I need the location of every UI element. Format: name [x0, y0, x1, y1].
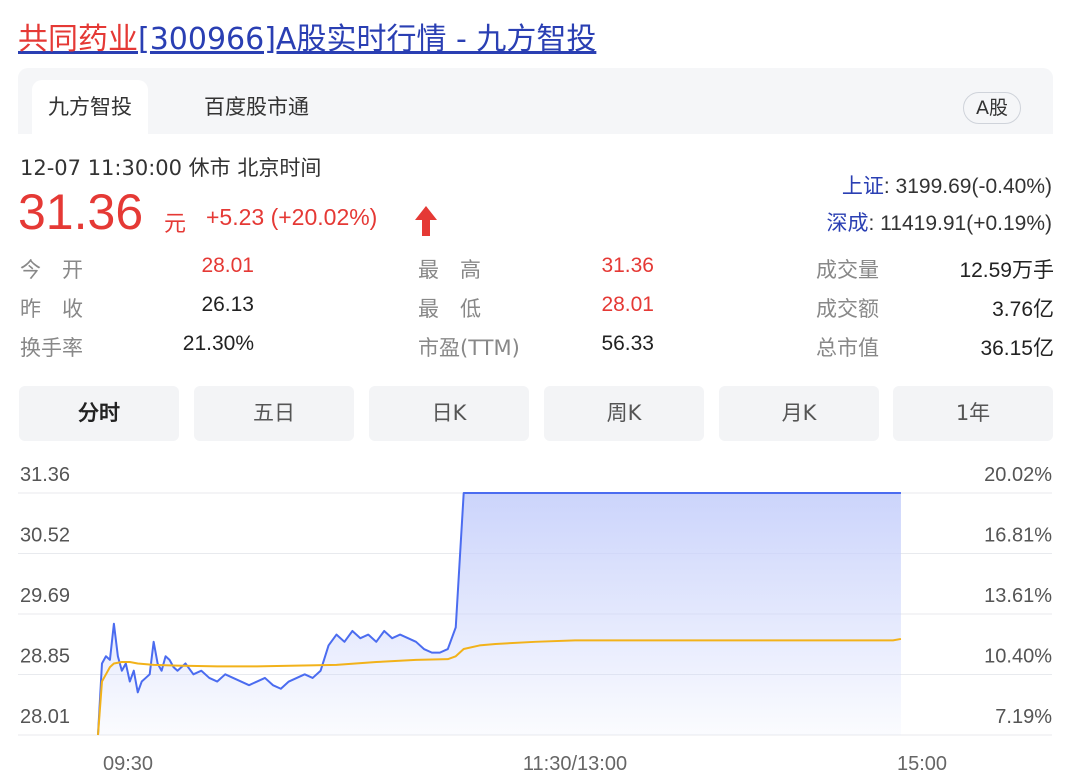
y-tick-label: 28.01: [20, 706, 70, 728]
tab-jiufang[interactable]: 九方智投: [32, 80, 148, 134]
stat-open-label: 今 开: [20, 258, 83, 282]
y-tick-label: 30.52: [20, 525, 70, 547]
stat-pe-value: 56.33: [601, 332, 654, 355]
index-shenzhen[interactable]: 深成: 11419.91(+0.19%): [827, 207, 1053, 237]
intraday-chart[interactable]: 31.36 20.02% 30.52 16.81% 29.69 13.61% 28.85 10…: [0, 450, 1080, 784]
period-daily-k-button[interactable]: 日K: [369, 386, 529, 441]
page-title-link[interactable]: 共同药业[300966]A股实时行情 - 九方智投: [18, 14, 596, 58]
x-tick-label: 09:30: [103, 753, 153, 775]
period-intraday-button[interactable]: 分时: [19, 386, 179, 441]
index-shenzhen-name[interactable]: 深成: [827, 212, 869, 235]
stat-high-label: 最 高: [418, 258, 481, 282]
price-unit: 元: [164, 212, 187, 237]
index-shanghai-name[interactable]: 上证: [842, 175, 884, 198]
stat-volume-value: 12.59万手: [959, 259, 1054, 282]
page-title-rest[interactable]: [300966]A股实时行情 - 九方智投: [138, 22, 596, 57]
x-tick-label: 15:00: [897, 753, 947, 775]
y-right-tick-label: 7.19%: [995, 706, 1052, 728]
tab-baidu[interactable]: 百度股市通: [188, 80, 325, 134]
stat-turnover-amount-value: 3.76亿: [992, 298, 1054, 321]
stat-high-value: 31.36: [601, 254, 654, 277]
stock-name[interactable]: 共同药业: [18, 22, 138, 57]
source-tabs: 九方智投 百度股市通 A股: [18, 68, 1053, 134]
price-change: +5.23 (+20.02%): [206, 204, 378, 230]
stat-turnover-rate-value: 21.30%: [182, 332, 254, 355]
market-badge: A股: [963, 92, 1021, 124]
stat-pe-label: 市盈(TTM): [418, 336, 520, 360]
y-right-tick-label: 16.81%: [984, 525, 1052, 547]
period-monthly-k-button[interactable]: 月K: [719, 386, 879, 441]
y-right-tick-label: 20.02%: [984, 464, 1052, 486]
stat-prev-close-label: 昨 收: [20, 297, 83, 321]
quote-timestamp: 12-07 11:30:00 休市 北京时间: [20, 156, 322, 180]
current-price: 31.36: [18, 184, 144, 240]
stat-low-label: 最 低: [418, 297, 481, 321]
stat-open-value: 28.01: [201, 254, 254, 277]
stat-prev-close-value: 26.13: [201, 293, 254, 316]
y-tick-label: 31.36: [20, 464, 70, 486]
y-right-tick-label: 13.61%: [984, 585, 1052, 607]
index-shenzhen-value: : 11419.91(+0.19%): [868, 212, 1053, 235]
stat-low-value: 28.01: [601, 293, 654, 316]
stat-market-cap-label: 总市值: [816, 336, 879, 360]
period-weekly-k-button[interactable]: 周K: [544, 386, 704, 441]
stat-turnover-amount-label: 成交额: [816, 297, 879, 321]
index-shanghai[interactable]: 上证: 3199.69(-0.40%): [842, 170, 1052, 200]
period-1year-button[interactable]: 1年: [893, 386, 1053, 441]
stat-market-cap-value: 36.15亿: [980, 337, 1054, 360]
stat-volume-label: 成交量: [816, 258, 879, 282]
x-tick-label: 11:30/13:00: [523, 753, 627, 775]
stat-turnover-rate-label: 换手率: [20, 336, 83, 360]
period-5day-button[interactable]: 五日: [194, 386, 354, 441]
y-tick-label: 28.85: [20, 646, 70, 668]
up-arrow-icon: [415, 206, 437, 236]
y-right-tick-label: 10.40%: [984, 646, 1052, 668]
y-tick-label: 29.69: [20, 585, 70, 607]
index-shanghai-value: : 3199.69(-0.40%): [883, 175, 1052, 198]
